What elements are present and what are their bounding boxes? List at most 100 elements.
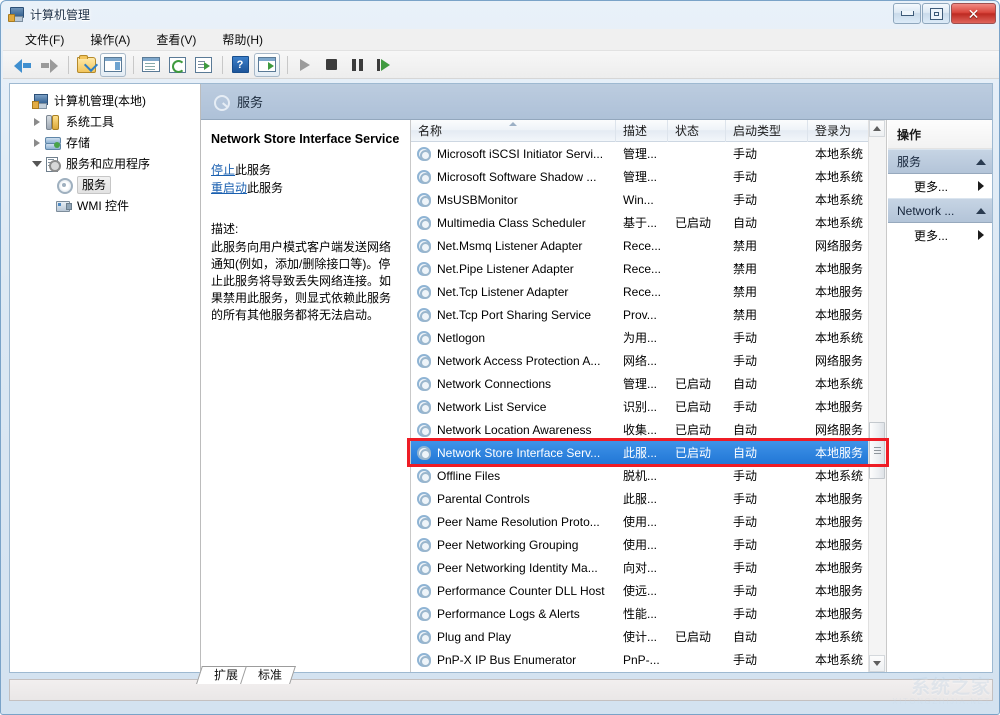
minimize-button[interactable] xyxy=(893,3,921,24)
table-row[interactable]: PNRP Machine Name Publica...此服...手动本地服务 xyxy=(411,671,886,672)
collapse-up-icon[interactable] xyxy=(976,208,986,214)
tree-node-services[interactable]: 服务 xyxy=(10,174,200,195)
table-row[interactable]: Multimedia Class Scheduler基于...已启动自动本地系统 xyxy=(411,211,886,234)
cell-description: 使计... xyxy=(616,628,668,645)
table-row[interactable]: Microsoft Software Shadow ...管理...手动本地系统 xyxy=(411,165,886,188)
show-hide-console-tree-button[interactable] xyxy=(100,53,126,77)
column-header-log-on-as[interactable]: 登录为 xyxy=(808,120,869,142)
start-service-button[interactable] xyxy=(293,54,317,76)
column-header-status[interactable]: 状态 xyxy=(668,120,726,142)
tree-node-system-tools[interactable]: 系统工具 xyxy=(10,111,200,132)
table-row[interactable]: Peer Networking Grouping使用...手动本地服务 xyxy=(411,533,886,556)
table-row[interactable]: Microsoft iSCSI Initiator Servi...管理...手… xyxy=(411,142,886,165)
scroll-down-button[interactable] xyxy=(869,655,885,672)
more-actions-services[interactable]: 更多... xyxy=(888,174,992,198)
cell-service-name: Net.Msmq Listener Adapter xyxy=(411,238,616,253)
service-detail-title: Network Store Interface Service xyxy=(211,132,400,147)
minimize-icon xyxy=(901,11,914,16)
column-header-description[interactable]: 描述 xyxy=(616,120,668,142)
table-row[interactable]: Network Access Protection A...网络...手动网络服… xyxy=(411,349,886,372)
cell-startup-type: 手动 xyxy=(726,191,808,208)
table-row[interactable]: Network Location Awareness收集...已启动自动网络服务 xyxy=(411,418,886,441)
window-title: 计算机管理 xyxy=(30,6,90,23)
table-row[interactable]: Performance Counter DLL Host使远...手动本地服务 xyxy=(411,579,886,602)
service-description-label: 描述: xyxy=(211,221,400,238)
more-actions-network[interactable]: 更多... xyxy=(888,223,992,247)
restart-service-button[interactable] xyxy=(371,54,395,76)
cell-service-name: Offline Files xyxy=(411,468,616,483)
table-row[interactable]: Netlogon为用...手动本地系统 xyxy=(411,326,886,349)
scroll-up-button[interactable] xyxy=(869,120,885,137)
service-gear-icon xyxy=(416,629,431,644)
pause-service-button[interactable] xyxy=(345,54,369,76)
stop-service-link[interactable]: 停止 xyxy=(211,163,235,177)
help-button[interactable]: ? xyxy=(228,54,252,76)
table-row[interactable]: Peer Name Resolution Proto...使用...手动本地服务 xyxy=(411,510,886,533)
expander-expanded-icon[interactable] xyxy=(30,161,44,167)
table-row[interactable]: Net.Msmq Listener AdapterRece...禁用网络服务 xyxy=(411,234,886,257)
cell-service-name: Network List Service xyxy=(411,399,616,414)
tab-label: 扩展 xyxy=(214,667,238,683)
table-row[interactable]: Parental Controls此服...手动本地服务 xyxy=(411,487,886,510)
menu-action[interactable]: 操作(A) xyxy=(78,28,142,51)
export-list-button[interactable] xyxy=(191,54,215,76)
forward-arrow-icon xyxy=(39,57,59,73)
table-row[interactable]: Performance Logs & Alerts性能...手动本地服务 xyxy=(411,602,886,625)
cell-log-on-as: 本地服务 xyxy=(808,490,869,507)
tree-node-storage[interactable]: 存储 xyxy=(10,132,200,153)
cell-service-name: Peer Networking Grouping xyxy=(411,537,616,552)
menu-help[interactable]: 帮助(H) xyxy=(210,28,275,51)
table-row[interactable]: Network Store Interface Serv...此服...已启动自… xyxy=(411,441,886,464)
table-row[interactable]: Network List Service识别...已启动手动本地服务 xyxy=(411,395,886,418)
services-list-scrollbar[interactable] xyxy=(868,120,886,672)
table-row[interactable]: Offline Files脱机...手动本地系统 xyxy=(411,464,886,487)
expander-collapsed-icon[interactable] xyxy=(30,139,44,147)
column-header-startup-type[interactable]: 启动类型 xyxy=(726,120,808,142)
tree-node-computer-management[interactable]: 计算机管理(本地) xyxy=(10,90,200,111)
table-row[interactable]: Peer Networking Identity Ma...向对...手动本地服… xyxy=(411,556,886,579)
cell-description: Rece... xyxy=(616,262,668,276)
table-row[interactable]: Net.Tcp Port Sharing ServiceProv...禁用本地服… xyxy=(411,303,886,326)
service-gear-icon xyxy=(416,422,431,437)
services-pane-title: 服务 xyxy=(237,92,263,111)
column-header-name[interactable]: 名称 xyxy=(411,120,616,142)
tree-node-services-and-applications[interactable]: 服务和应用程序 xyxy=(10,153,200,174)
table-row[interactable]: Net.Tcp Listener AdapterRece...禁用本地服务 xyxy=(411,280,886,303)
expander-collapsed-icon[interactable] xyxy=(30,118,44,126)
back-button[interactable] xyxy=(11,54,35,76)
cell-service-name: Performance Logs & Alerts xyxy=(411,606,616,621)
table-row[interactable]: Network Connections管理...已启动自动本地系统 xyxy=(411,372,886,395)
tab-standard[interactable]: 标准 xyxy=(240,666,296,684)
maximize-restore-button[interactable] xyxy=(922,3,950,24)
actions-group-services[interactable]: 服务 xyxy=(888,149,992,174)
table-row[interactable]: PnP-X IP Bus EnumeratorPnP-...手动本地系统 xyxy=(411,648,886,671)
refresh-button[interactable] xyxy=(165,54,189,76)
close-icon: ✕ xyxy=(968,7,980,21)
show-action-pane-button[interactable] xyxy=(254,53,280,77)
tree-node-wmi-control[interactable]: WMI 控件 xyxy=(10,195,200,216)
scrollbar-thumb[interactable] xyxy=(869,422,885,479)
cell-startup-type: 自动 xyxy=(726,421,808,438)
actions-group-network-store-interface-service[interactable]: Network ... xyxy=(888,198,992,223)
close-button[interactable]: ✕ xyxy=(951,3,996,24)
table-row[interactable]: Net.Pipe Listener AdapterRece...禁用本地服务 xyxy=(411,257,886,280)
menu-view[interactable]: 查看(V) xyxy=(144,28,208,51)
cell-startup-type: 手动 xyxy=(726,536,808,553)
cell-service-name: Network Access Protection A... xyxy=(411,353,616,368)
toolbar-separator xyxy=(68,56,69,74)
properties-button[interactable] xyxy=(139,54,163,76)
up-folder-button[interactable] xyxy=(74,54,98,76)
cell-description: 管理... xyxy=(616,145,668,162)
restart-service-link[interactable]: 重启动 xyxy=(211,181,247,195)
services-body: Network Store Interface Service 停止此服务 重启… xyxy=(201,120,992,672)
submenu-arrow-icon xyxy=(978,230,984,240)
cell-description: 脱机... xyxy=(616,467,668,484)
stop-service-button[interactable] xyxy=(319,54,343,76)
cell-service-name: Performance Counter DLL Host xyxy=(411,583,616,598)
forward-button[interactable] xyxy=(37,54,61,76)
tab-label: 标准 xyxy=(258,667,282,683)
table-row[interactable]: MsUSBMonitorWin...手动本地系统 xyxy=(411,188,886,211)
menu-file[interactable]: 文件(F) xyxy=(13,28,76,51)
collapse-up-icon[interactable] xyxy=(976,159,986,165)
table-row[interactable]: Plug and Play使计...已启动自动本地系统 xyxy=(411,625,886,648)
